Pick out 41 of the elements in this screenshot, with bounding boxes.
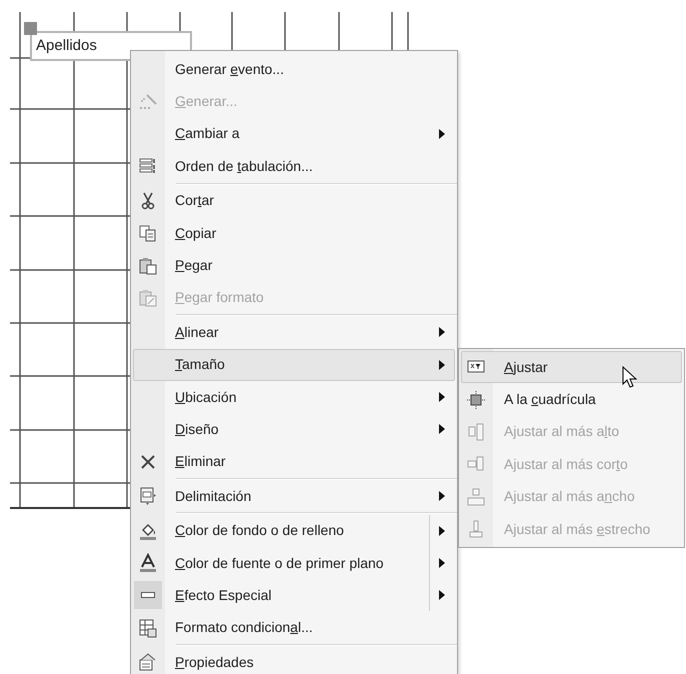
menu-item[interactable]: Cortar — [133, 184, 455, 217]
menu-item[interactable]: Formato condicional... — [133, 612, 455, 644]
submenu-arrow-icon — [439, 360, 445, 370]
submenu-arrow-icon — [439, 128, 445, 139]
tallest-icon — [466, 422, 486, 442]
menu-item[interactable]: Cambiar a — [133, 118, 455, 150]
submenu-arrow-icon — [439, 526, 445, 536]
properties-icon — [138, 652, 158, 672]
menu-item[interactable]: Delimitación — [133, 480, 455, 512]
menu-item[interactable]: Tamaño — [133, 348, 455, 381]
grid-fit-icon — [466, 390, 486, 410]
menu-item[interactable]: Eliminar — [133, 446, 455, 478]
menu-item[interactable]: Pegar — [133, 249, 455, 282]
clipboard-icon — [138, 288, 158, 308]
widest-icon — [466, 486, 486, 507]
font-color-icon — [138, 553, 158, 574]
menu-item[interactable]: Copiar — [133, 216, 455, 250]
menu-item[interactable]: Orden de tabulación... — [133, 150, 455, 183]
wand-icon — [138, 92, 158, 112]
menu-item[interactable]: Propiedades — [133, 646, 455, 674]
menu-item[interactable]: Color de fuente o de primer plano — [133, 546, 455, 580]
submenu-arrow-icon — [439, 558, 445, 568]
frame-icon — [138, 486, 158, 506]
menu-item[interactable]: Efecto Especial — [133, 579, 455, 612]
clipboard-icon — [138, 256, 158, 276]
menu-item[interactable]: A la cuadrícula — [461, 383, 682, 416]
menu-item[interactable]: Alinear — [133, 316, 455, 349]
submenu-arrow-icon — [439, 491, 445, 502]
submenu-arrow-icon — [439, 590, 445, 600]
submenu-arrow-icon — [439, 424, 445, 434]
bar-icon — [141, 592, 155, 598]
submenu-arrow-icon — [439, 392, 445, 402]
selection-handle-icon — [24, 22, 37, 35]
menu-item[interactable]: Ubicación — [133, 380, 455, 414]
submenu-arrow-icon — [439, 327, 445, 338]
menu-item[interactable]: Color de fondo o de relleno — [133, 514, 455, 547]
table-icon — [138, 618, 158, 638]
menu-item[interactable]: Ajustar — [461, 351, 682, 384]
cursor-icon — [622, 366, 638, 390]
copy-icon — [138, 223, 158, 244]
menu-item[interactable]: Diseño — [133, 413, 455, 446]
